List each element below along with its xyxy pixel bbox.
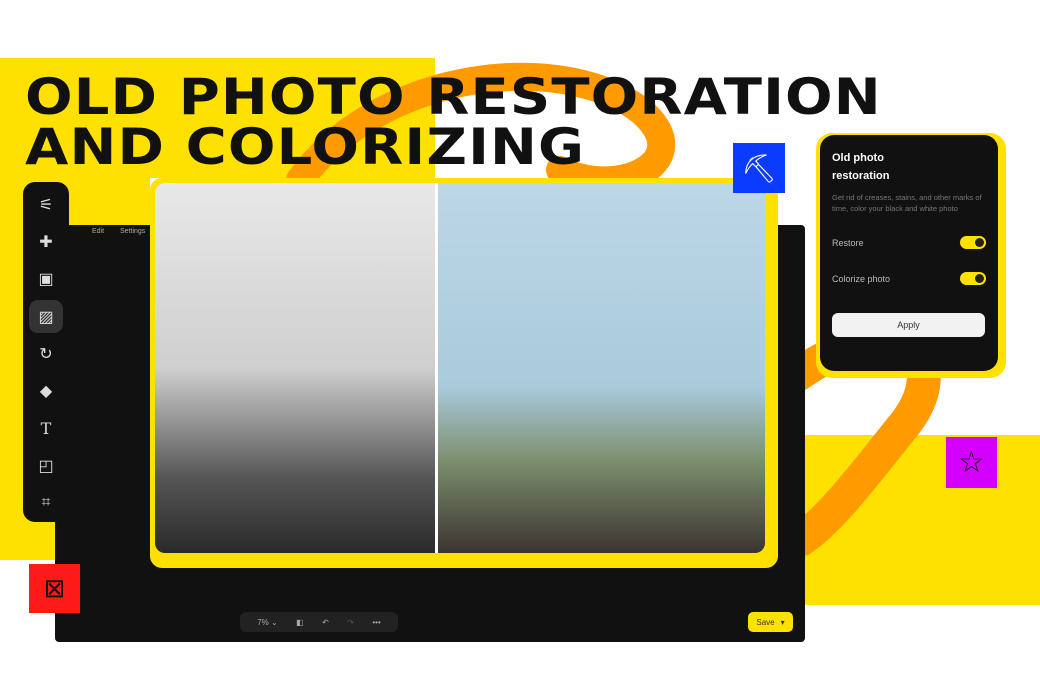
bottom-toolbar: 7% ⌄ ◧ ↶ ↷ ••• [240,612,398,632]
bandage-icon[interactable]: ✚ [29,225,63,258]
panel-title: Old photo restoration [832,152,890,182]
colorize-toggle[interactable] [960,272,986,285]
text-icon[interactable]: T [29,412,63,445]
colorize-option: Colorize photo [832,272,986,285]
save-label: Save [756,617,775,627]
zoom-value: 7% [257,617,269,627]
adjust-sliders-icon[interactable]: ⚟ [29,188,63,221]
tool-sidebar: ⚟ ✚ ▣ ▨ ↻ ◆ T ◰ ⌗ [23,182,69,522]
image-icon: ⊠ [29,564,80,613]
photo-before-black-white [155,183,435,553]
restore-label: Restore [832,237,864,248]
apply-button[interactable]: Apply [832,313,985,337]
photo-after-colorized [435,183,765,553]
crop-icon[interactable]: ⌗ [29,487,63,520]
restore-toggle[interactable] [960,236,986,249]
restoration-panel: Old photo restoration Get rid of creases… [820,135,998,371]
headline-line-2: AND COLORIZING [25,118,586,176]
redo-icon[interactable]: ↷ [347,618,354,627]
undo-icon[interactable]: ↶ [322,618,329,627]
menu-edit[interactable]: Edit [92,228,104,235]
menu-settings[interactable]: Settings [120,228,145,235]
portrait-icon[interactable]: ▣ [29,263,63,296]
restore-option: Restore [832,236,986,249]
star-icon: ☆ [946,437,997,488]
save-button[interactable]: Save ▾ [748,612,793,632]
paint-roller-icon: ⛏ [733,143,785,193]
colorize-label: Colorize photo [832,273,891,284]
more-icon[interactable]: ••• [372,618,380,627]
rotate-sparkle-icon[interactable]: ↻ [29,337,63,370]
zoom-select[interactable]: 7% ⌄ [257,618,278,627]
panel-description: Get rid of creases, stains, and other ma… [832,193,982,213]
photo-enhance-icon[interactable]: ▨ [29,299,63,334]
magic-wand-icon[interactable]: ◆ [29,375,63,408]
compare-icon[interactable]: ◧ [296,618,304,627]
headline-line-1: OLD PHOTO RESTORATION [25,68,882,126]
before-after-comparison[interactable] [155,183,765,553]
frame-icon[interactable]: ◰ [29,449,63,482]
chevron-down-icon: ▾ [780,617,785,627]
